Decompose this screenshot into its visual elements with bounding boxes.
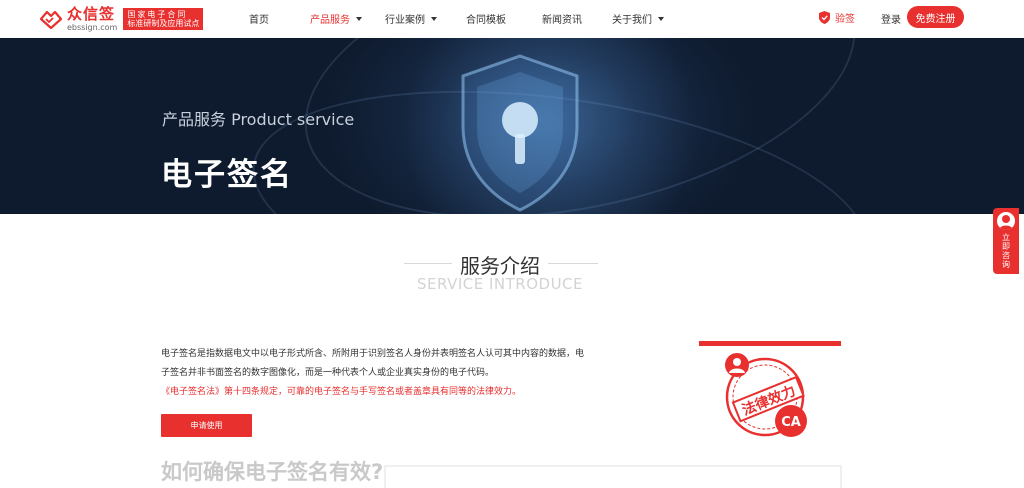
logo-domain: ebssign.com (67, 22, 118, 32)
site-header: 众信签 ebssign.com 国家电子合同 标准研制及应用试点 首页 产品服务… (0, 0, 1024, 38)
login-link[interactable]: 登录 (881, 11, 901, 26)
section-title-en: SERVICE INTRODUCE (416, 275, 584, 293)
intro-line: 子签名并非书面签名的数字图像化，而是一种代表个人或企业真实身份的电子代码。 (161, 368, 495, 378)
nav-news-label: 新闻资讯 (542, 15, 582, 26)
logo-badge-line2: 标准研制及应用试点 (127, 19, 200, 28)
chevron-down-icon (356, 16, 362, 21)
verify-label: 验签 (835, 14, 855, 25)
nav-templates-label: 合同模板 (466, 15, 506, 26)
logo-badge-line1: 国家电子合同 (127, 9, 188, 19)
how-section-title: 如何确保电子签名有效? (161, 460, 384, 484)
chevron-down-icon (658, 16, 664, 21)
content-panel (384, 465, 842, 488)
nav-templates[interactable]: 合同模板 (466, 11, 506, 26)
law-quote: 《电子签名法》第十四条规定，可靠的电子签名与手写签名或者盖章具有同等的法律效力。 (161, 387, 522, 397)
chevron-down-icon (431, 16, 437, 21)
security-shield-illustration (461, 54, 579, 212)
site-logo[interactable]: 众信签 ebssign.com 国家电子合同 标准研制及应用试点 (38, 4, 204, 34)
nav-home-label: 首页 (249, 15, 269, 26)
apply-button[interactable]: 申请使用 (161, 414, 252, 437)
intro-text: 电子签名是指数据电文中以电子形式所含、所附用于识别签名人身份并表明签名人认可其中… (161, 345, 597, 402)
banner-subtitle: 产品服务 Product service (162, 110, 355, 129)
nav-cases-label: 行业案例 (385, 15, 425, 26)
intro-line: 电子签名是指数据电文中以电子形式所含、所附用于识别签名人身份并表明签名人认可其中… (161, 349, 585, 359)
hero-banner: 产品服务 Product service 电子签名 (0, 38, 1024, 214)
nav-cases[interactable]: 行业案例 (385, 11, 437, 26)
logo-name: 众信签 (67, 4, 116, 23)
shield-icon (819, 11, 830, 24)
logo-badge: 国家电子合同 标准研制及应用试点 (123, 7, 204, 31)
nav-home[interactable]: 首页 (249, 11, 269, 26)
verify-signature-link[interactable]: 验签 (819, 10, 855, 25)
customer-service-avatar-icon (997, 212, 1015, 230)
page-title: 电子签名 (161, 157, 293, 193)
register-button[interactable]: 免费注册 (907, 6, 964, 28)
stamp-ca-text: CA (781, 415, 801, 430)
handshake-logo-icon (39, 10, 63, 30)
nav-about[interactable]: 关于我们 (612, 11, 664, 26)
nav-products[interactable]: 产品服务 (310, 11, 362, 26)
card-accent-bar (699, 341, 841, 346)
legal-effect-stamp-icon: 法律效力 CA (725, 353, 807, 437)
nav-news[interactable]: 新闻资讯 (542, 11, 582, 26)
nav-about-label: 关于我们 (612, 15, 652, 26)
consult-label: 立即咨询 (1002, 233, 1010, 269)
nav-products-label: 产品服务 (310, 15, 350, 26)
